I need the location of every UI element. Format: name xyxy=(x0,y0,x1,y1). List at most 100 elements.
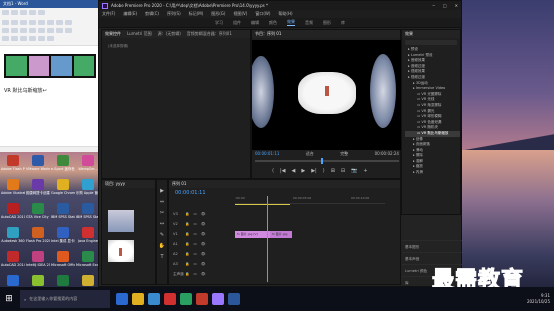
eye-icon[interactable]: 👁 xyxy=(201,252,206,256)
tool-button[interactable]: T xyxy=(160,254,163,260)
desktop-icon[interactable]: IBM SPSS Statistics 20 xyxy=(51,203,75,226)
timeline-clip[interactable]: fx 图片.jpg [V] xyxy=(235,230,270,238)
minimize-icon[interactable]: ─ xyxy=(432,3,434,8)
taskbar-app-icon[interactable] xyxy=(180,293,192,305)
tool-button[interactable]: ✋ xyxy=(159,243,165,249)
transport-button[interactable]: ⟩ xyxy=(323,168,325,174)
track-lane[interactable] xyxy=(235,251,395,258)
maximize-icon[interactable]: □ xyxy=(443,3,447,8)
desktop-icon[interactable]: Adobe Flash Professio... xyxy=(1,155,25,178)
tab-home[interactable] xyxy=(11,10,18,15)
effects-search-input[interactable] xyxy=(405,40,457,45)
eye-icon[interactable]: 👁 xyxy=(201,232,206,236)
desktop-icon[interactable]: e-Sport 迷你世界 xyxy=(51,155,75,178)
close-icon[interactable]: ✕ xyxy=(455,3,458,8)
transport-button[interactable]: + xyxy=(363,168,367,174)
desktop-icon[interactable]: AutoCAD 2014 xyxy=(1,251,25,274)
track-lane[interactable] xyxy=(235,241,395,248)
menu-item[interactable]: 序列(S) xyxy=(167,11,181,17)
track-lane[interactable] xyxy=(235,271,395,278)
taskbar-app-icon[interactable] xyxy=(148,293,160,305)
tab-insert[interactable] xyxy=(20,10,27,15)
timeline-playhead[interactable] xyxy=(267,196,268,282)
windows-start-icon[interactable]: ⊞ xyxy=(0,287,18,311)
tab-project[interactable]: 项目: yyyy xyxy=(105,181,125,187)
menu-item[interactable]: 文件(F) xyxy=(102,11,115,17)
track-lane[interactable] xyxy=(235,221,395,228)
source-panel-tab[interactable]: 源：(无剪辑) xyxy=(158,31,181,37)
taskbar-search-input[interactable]: ⌕ 在这里输入你要搜索的内容 xyxy=(20,290,110,308)
project-sequence-thumbnail[interactable] xyxy=(108,240,134,262)
desktop-icon[interactable]: VMware Workstati... xyxy=(26,155,50,178)
tool-button[interactable]: ↔ xyxy=(160,221,164,227)
menu-item[interactable]: 标记(M) xyxy=(189,11,204,17)
timeline-track[interactable]: A3 🔒 ▭ 👁 xyxy=(173,260,398,268)
lock-icon[interactable]: 🔒 xyxy=(185,262,189,266)
word-ribbon-tabs[interactable] xyxy=(2,10,96,16)
tool-button[interactable]: ⇔ xyxy=(160,199,164,205)
program-viewer[interactable] xyxy=(252,40,402,150)
source-panel[interactable]: 效果控件 Lumetri 范围 源：(无剪辑) 音频剪辑混合器：序列01 (未选择剪辑… xyxy=(101,29,251,179)
transport-button[interactable]: ▶ xyxy=(301,168,305,174)
source-panel-tab[interactable]: 效果控件 xyxy=(105,31,121,37)
effects-panel[interactable]: 效果 ▸ 预设 ▸ Lumetri 预设 ▸ 音频效果 ▸ 音频过渡 ▸ 视频效果 ▸ 视… xyxy=(401,29,462,309)
toggle-icon[interactable]: ▭ xyxy=(193,232,196,236)
toggle-icon[interactable]: ▭ xyxy=(193,242,196,246)
tab-references[interactable] xyxy=(38,10,45,15)
tab-file[interactable] xyxy=(2,10,9,15)
word-ribbon[interactable] xyxy=(0,8,100,46)
program-zoom-select[interactable]: 适合 xyxy=(306,151,314,157)
transport-button[interactable]: ⊟ xyxy=(341,168,345,174)
tool-button[interactable]: ✎ xyxy=(160,232,164,238)
menu-item[interactable]: 帮助(H) xyxy=(278,11,292,17)
clock-date[interactable]: 2021/10/25 xyxy=(527,299,550,305)
word-ribbon-row1[interactable] xyxy=(2,20,96,26)
timeline-ruler[interactable]: :00:00 00:00:05:00 00:00:10:00 xyxy=(235,196,385,204)
timeline-track[interactable]: V2 🔒 ▭ 👁 xyxy=(173,220,398,228)
tab-effects[interactable]: 效果 xyxy=(405,31,413,37)
workspace-tab[interactable]: 组件 xyxy=(233,20,241,26)
track-lane[interactable]: fx 图片.jpg [V] fx 图片.jpg xyxy=(235,230,395,238)
tab-program[interactable]: 节目：序列 01 xyxy=(255,31,281,37)
tool-button[interactable]: ✂ xyxy=(160,210,164,216)
desktop-icon[interactable]: IntelliJ IDEA 2016 xyxy=(26,251,50,274)
desktop-icon[interactable]: Google Chrome xyxy=(51,179,75,202)
transport-button[interactable]: ⊞ xyxy=(331,168,335,174)
lock-icon[interactable]: 🔒 xyxy=(185,232,189,236)
desktop-icon[interactable]: Adobe Illustrat... xyxy=(1,179,25,202)
tab-sequence[interactable]: 序列 01 xyxy=(172,181,186,187)
transport-button[interactable]: ▶| xyxy=(311,168,317,174)
lock-icon[interactable]: 🔒 xyxy=(185,212,189,216)
toggle-icon[interactable]: ▭ xyxy=(193,222,196,226)
timeline-track[interactable]: V1 🔒 ▭ 👁 fx 图片.jpg [V] fx 图片.jpg xyxy=(173,230,398,238)
taskbar-app-icon[interactable] xyxy=(116,293,128,305)
effects-tree-item[interactable]: ▸ 内滑 xyxy=(405,170,460,176)
program-quality-select[interactable]: 完整 xyxy=(340,151,348,157)
eye-icon[interactable]: 👁 xyxy=(201,272,206,276)
lock-icon[interactable]: 🔒 xyxy=(185,272,189,276)
desktop-icon[interactable]: WampSer... xyxy=(76,155,100,178)
word-ribbon-row2[interactable] xyxy=(2,28,96,34)
eye-icon[interactable]: 👁 xyxy=(201,222,206,226)
track-lane[interactable] xyxy=(235,211,395,218)
program-monitor[interactable]: 节目：序列 01 00:00:01:11 适合 完整 00:00:02:24 ⟨… xyxy=(251,29,402,179)
workspace-tab[interactable]: 学习 xyxy=(215,20,223,26)
transport-button[interactable]: 📷 xyxy=(351,168,357,174)
project-panel[interactable]: 项目: yyyy xyxy=(101,179,156,285)
transport-button[interactable]: |◀ xyxy=(280,168,286,174)
lock-icon[interactable]: 🔒 xyxy=(185,222,189,226)
workspace-tab[interactable]: 效果 xyxy=(287,19,295,26)
transport-button[interactable]: ◀ xyxy=(291,168,295,174)
taskbar-app-icon[interactable] xyxy=(132,293,144,305)
menu-item[interactable]: 图形(G) xyxy=(211,11,225,17)
word-embedded-image[interactable] xyxy=(4,54,96,78)
desktop-icon[interactable]: AutoCAD 2010 xyxy=(1,203,25,226)
taskbar-app-icon[interactable] xyxy=(196,293,208,305)
program-current-timecode[interactable]: 00:00:01:11 xyxy=(255,151,279,157)
premiere-window[interactable]: Adobe Premiere Pro 2020 - C:\用户\dep\文档\A… xyxy=(98,0,462,309)
desktop-icon[interactable]: 韵唐网提卡创建 (v4.2... xyxy=(26,179,50,202)
timeline-work-area-bar[interactable] xyxy=(235,204,290,205)
word-window[interactable]: 文档1 - Word VR 默比乌斯缩放↩ xyxy=(0,0,100,152)
source-panel-tab[interactable]: Lumetri 范围 xyxy=(127,31,152,37)
lock-icon[interactable]: 🔒 xyxy=(185,242,189,246)
